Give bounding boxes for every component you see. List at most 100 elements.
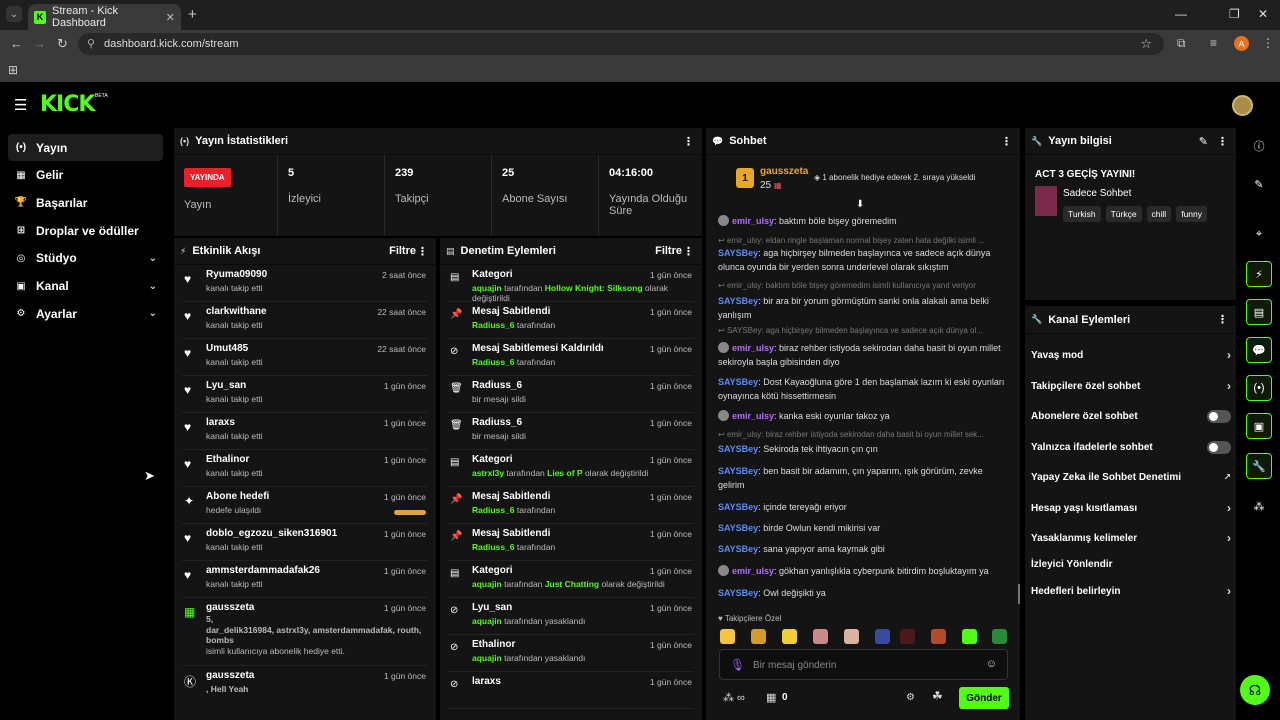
url-bar[interactable]: ⚲ dashboard.kick.com/stream ☆ (78, 33, 1164, 55)
chat-username[interactable]: SAYSBey (718, 444, 758, 454)
emote-6[interactable] (875, 629, 890, 644)
stream-tag[interactable]: Türkçe (1105, 206, 1142, 222)
channel-action-row[interactable]: Yapay Zeka ile Sohbet Denetimi ↗ (1031, 464, 1231, 490)
moderator-name[interactable]: astrxl3y (472, 468, 504, 478)
wrench-rail-icon[interactable]: 🔧 (1246, 453, 1272, 479)
minimize-icon[interactable]: — (1175, 7, 1187, 21)
browser-menu-icon[interactable]: ⋮ (1262, 36, 1274, 50)
chevron-right-icon[interactable]: › (1227, 348, 1231, 362)
bookmark-star-icon[interactable]: ☆ (1140, 36, 1152, 52)
sidebar-item-3[interactable]: ⊞ Droplar ve ödüller (8, 217, 163, 244)
chat-username[interactable]: SAYSBey (718, 588, 758, 598)
chat-menu-icon[interactable]: ⋮ (1001, 135, 1012, 148)
moderator-name[interactable]: aquajin (472, 283, 502, 293)
moderator-name[interactable]: aquajin (472, 579, 502, 589)
moderation-menu-icon[interactable]: ⋮ (683, 245, 694, 258)
chat-username[interactable]: SAYSBey (718, 523, 758, 533)
kick-logo[interactable]: KICK (40, 92, 95, 117)
chevron-down-icon[interactable]: ⌄ (149, 308, 157, 319)
chevron-down-icon[interactable]: ⌄ (149, 281, 157, 292)
chat-scrollbar[interactable] (1018, 584, 1020, 604)
stream-tag[interactable]: funny (1176, 206, 1207, 222)
profile-avatar[interactable]: A (1234, 36, 1249, 51)
document-rail-icon[interactable]: ▤ (1246, 299, 1272, 325)
stats-menu-icon[interactable]: ⋮ (683, 135, 694, 148)
activity-filter-button[interactable]: Filtre (389, 245, 416, 257)
back-icon[interactable]: ← (10, 36, 23, 51)
sidebar-item-5[interactable]: ▣ Kanal ⌄ (8, 273, 163, 300)
user-avatar[interactable] (1232, 95, 1253, 116)
sidebar-item-6[interactable]: ⚙ Ayarlar ⌄ (8, 300, 163, 327)
apps-grid-icon[interactable]: ⊞ (8, 63, 18, 77)
broadcast-rail-icon[interactable]: (•) (1246, 375, 1272, 401)
emote-8[interactable] (931, 629, 946, 644)
chat-rail-icon[interactable]: 💬 (1246, 337, 1272, 363)
tab-search-icon[interactable]: ⌄ (6, 6, 22, 22)
chevron-right-icon[interactable]: › (1227, 501, 1231, 515)
tab-close-icon[interactable]: ✕ (166, 11, 175, 24)
infinity-icon[interactable]: ⁂ ∞ (723, 691, 745, 704)
extensions-icon[interactable]: ⧉ (1177, 36, 1186, 51)
browser-tab[interactable]: K Stream - Kick Dashboard ✕ (28, 4, 181, 30)
channel-actions-menu-icon[interactable]: ⋮ (1217, 313, 1228, 326)
chat-username[interactable]: emir_ulsy (732, 566, 774, 576)
pencil-icon[interactable]: ✎ (1246, 171, 1272, 197)
stream-info-menu-icon[interactable]: ⋮ (1217, 135, 1228, 148)
window-close-icon[interactable]: ✕ (1258, 7, 1268, 21)
toggle-switch[interactable] (1207, 409, 1231, 423)
emoji-icon[interactable]: ☺ (986, 658, 997, 670)
channel-action-row[interactable]: Hesap yaşı kısıtlaması › (1031, 495, 1231, 521)
chevron-right-icon[interactable]: › (1227, 379, 1231, 393)
emote-2[interactable] (751, 629, 766, 644)
chat-username[interactable]: emir_ulsy (732, 216, 774, 226)
channel-action-row[interactable]: Takipçilere özel sohbet › (1031, 373, 1231, 399)
channel-action-row[interactable]: Hedefleri belirleyin › (1031, 578, 1231, 604)
chat-username[interactable]: SAYSBey (718, 544, 758, 554)
moderation-filter-button[interactable]: Filtre (655, 245, 682, 257)
emote-7[interactable] (900, 629, 915, 644)
info-icon[interactable]: ⓘ (1246, 133, 1272, 159)
chat-username[interactable]: emir_ulsy (732, 343, 774, 353)
media-icon[interactable]: ≡ (1210, 36, 1217, 50)
chat-username[interactable]: SAYSBey (718, 296, 758, 306)
stream-tag[interactable]: Turkish (1063, 206, 1101, 222)
emote-10[interactable] (992, 629, 1007, 644)
channel-action-row[interactable]: Yasaklanmış kelimeler › (1031, 525, 1231, 551)
chat-username[interactable]: SAYSBey (718, 466, 758, 476)
emote-1[interactable] (720, 629, 735, 644)
toggle-switch[interactable] (1207, 440, 1231, 454)
sidebar-item-0[interactable]: (•) Yayın (8, 134, 163, 161)
emote-5[interactable] (844, 629, 859, 644)
moderator-name[interactable]: aquajin (472, 616, 502, 626)
chat-input[interactable]: 🎙 Bir mesaj gönderin ☺ (719, 649, 1008, 680)
focus-icon[interactable]: ⌖ (1246, 221, 1272, 247)
restore-icon[interactable]: ❐ (1229, 7, 1240, 21)
chat-username[interactable]: SAYSBey (718, 377, 758, 387)
chat-username[interactable]: emir_ulsy (732, 411, 774, 421)
emote-9[interactable] (962, 629, 977, 644)
emote-4[interactable] (813, 629, 828, 644)
hamburger-menu-icon[interactable]: ☰ (14, 96, 27, 114)
chevron-right-icon[interactable]: › (1227, 584, 1231, 598)
moderator-name[interactable]: Radiuss_6 (472, 320, 515, 330)
emote-3[interactable] (782, 629, 797, 644)
moderator-name[interactable]: Radiuss_6 (472, 542, 515, 552)
channel-action-row[interactable]: Abonelere özel sohbet (1031, 403, 1231, 429)
edit-pencil-icon[interactable]: ✎ (1199, 135, 1208, 148)
chevron-right-icon[interactable]: › (1227, 531, 1231, 545)
help-support-icon[interactable]: ☊ (1240, 675, 1270, 705)
chat-username[interactable]: SAYSBey (718, 248, 758, 258)
moderator-name[interactable]: Radiuss_6 (472, 357, 515, 367)
reload-icon[interactable]: ↻ (57, 36, 68, 52)
sidebar-item-1[interactable]: ▦ Gelir (8, 162, 163, 189)
send-button[interactable]: Gönder (959, 687, 1009, 709)
chevron-down-icon[interactable]: ⌄ (149, 253, 157, 264)
new-tab-icon[interactable]: + (188, 6, 197, 23)
chat-settings-icon[interactable]: ⚙ (906, 692, 915, 703)
moderator-name[interactable]: Radiuss_6 (472, 505, 515, 515)
site-info-icon[interactable]: ⚲ (87, 37, 95, 50)
points-icon[interactable]: ▦ (766, 691, 776, 704)
pinned-user[interactable]: gausszeta (760, 166, 808, 177)
activity-menu-icon[interactable]: ⋮ (417, 245, 428, 258)
channel-action-row[interactable]: İzleyici Yönlendir (1031, 551, 1231, 577)
